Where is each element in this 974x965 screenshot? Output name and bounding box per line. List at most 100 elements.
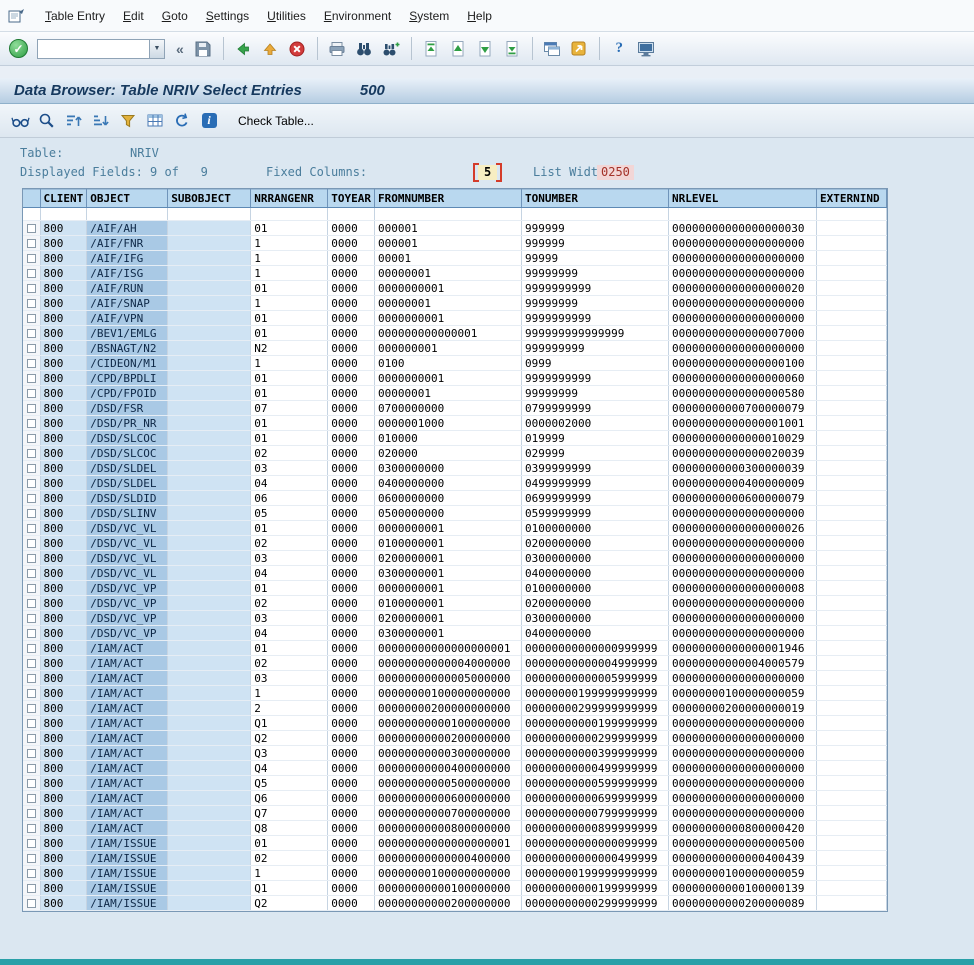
cell-nrlevel[interactable]: 00000000000000000000 xyxy=(669,506,817,521)
cell-nrlevel[interactable]: 00000000000000000000 xyxy=(669,536,817,551)
cell-fromnumber[interactable]: 00000001 xyxy=(375,386,522,401)
cell-nrlevel[interactable]: 00000000000000400439 xyxy=(669,851,817,866)
cell-nrrangenr[interactable]: 01 xyxy=(251,581,328,596)
cell-externind[interactable] xyxy=(817,296,887,311)
cell-client[interactable]: 800 xyxy=(40,446,87,461)
cell-subobject[interactable] xyxy=(168,641,251,656)
cell-nrlevel[interactable]: 00000000000000000000 xyxy=(669,236,817,251)
row-checkbox[interactable] xyxy=(27,404,36,413)
cell-fromnumber[interactable]: 0000000001 xyxy=(375,581,522,596)
menu-table-entry[interactable]: Table Entry xyxy=(36,5,114,27)
cell-object[interactable]: /IAM/ACT xyxy=(87,791,168,806)
cell-nrrangenr[interactable]: N2 xyxy=(251,341,328,356)
cell-externind[interactable] xyxy=(817,416,887,431)
cell-subobject[interactable] xyxy=(168,821,251,836)
cell-nrrangenr[interactable]: 02 xyxy=(251,446,328,461)
cell-fromnumber[interactable]: 00000000100000000000 xyxy=(375,686,522,701)
row-checkbox[interactable] xyxy=(27,794,36,803)
cell-object[interactable]: /AIF/RUN xyxy=(87,281,168,296)
cell-toyear[interactable]: 0000 xyxy=(328,776,375,791)
create-shortcut-icon[interactable] xyxy=(567,36,592,61)
cell-toyear[interactable]: 0000 xyxy=(328,731,375,746)
cell-fromnumber[interactable]: 0300000001 xyxy=(375,566,522,581)
cell-nrlevel[interactable]: 00000000000000000000 xyxy=(669,611,817,626)
cell-subobject[interactable] xyxy=(168,656,251,671)
row-checkbox[interactable] xyxy=(27,509,36,518)
cell-toyear[interactable]: 0000 xyxy=(328,851,375,866)
cell-fromnumber[interactable]: 00000000000005000000 xyxy=(375,671,522,686)
cell-nrlevel[interactable]: 00000000000000000000 xyxy=(669,716,817,731)
row-checkbox[interactable] xyxy=(27,494,36,503)
cell-nrlevel[interactable]: 00000000000000000000 xyxy=(669,251,817,266)
cell-nrrangenr[interactable]: 01 xyxy=(251,431,328,446)
cell-nrlevel[interactable]: 00000000000000000000 xyxy=(669,791,817,806)
cell-tonumber[interactable]: 0200000000 xyxy=(522,536,669,551)
cell-externind[interactable] xyxy=(817,266,887,281)
row-checkbox[interactable] xyxy=(27,779,36,788)
cell-fromnumber[interactable]: 0100 xyxy=(375,356,522,371)
cell-fromnumber[interactable]: 000000001 xyxy=(375,341,522,356)
cell-nrrangenr[interactable]: 03 xyxy=(251,461,328,476)
cell-client[interactable]: 800 xyxy=(40,791,87,806)
menu-edit[interactable]: Edit xyxy=(114,5,153,27)
enter-button[interactable]: ✓ xyxy=(6,36,31,61)
cell-object[interactable]: /DSD/VC_VL xyxy=(87,536,168,551)
row-checkbox[interactable] xyxy=(27,464,36,473)
cell-tonumber[interactable]: 00000000000499999999 xyxy=(522,761,669,776)
cell-subobject[interactable] xyxy=(168,401,251,416)
row-checkbox[interactable] xyxy=(27,614,36,623)
cell-nrlevel[interactable]: 00000000000700000079 xyxy=(669,401,817,416)
cell-subobject[interactable] xyxy=(168,266,251,281)
cell-toyear[interactable]: 0000 xyxy=(328,476,375,491)
cell-tonumber[interactable]: 00000000000199999999 xyxy=(522,716,669,731)
cell-subobject[interactable] xyxy=(168,221,251,236)
cell-fromnumber[interactable]: 00000000000100000000 xyxy=(375,716,522,731)
cell-fromnumber[interactable]: 00000000100000000000 xyxy=(375,866,522,881)
cell-fromnumber[interactable]: 00001 xyxy=(375,251,522,266)
print-icon[interactable] xyxy=(325,36,350,61)
cell-nrrangenr[interactable]: 04 xyxy=(251,566,328,581)
cell-client[interactable]: 800 xyxy=(40,371,87,386)
cell-object[interactable]: /DSD/SLDID xyxy=(87,491,168,506)
cell-client[interactable]: 800 xyxy=(40,551,87,566)
cell-externind[interactable] xyxy=(817,506,887,521)
cell-nrrangenr[interactable]: Q1 xyxy=(251,881,328,896)
cell-nrrangenr[interactable]: 02 xyxy=(251,851,328,866)
cell-nrrangenr[interactable]: 1 xyxy=(251,356,328,371)
cell-externind[interactable] xyxy=(817,386,887,401)
cell-object[interactable]: /AIF/ISG xyxy=(87,266,168,281)
cell-toyear[interactable]: 0000 xyxy=(328,506,375,521)
cell-subobject[interactable] xyxy=(168,866,251,881)
cell-nrrangenr[interactable]: 1 xyxy=(251,266,328,281)
cell-subobject[interactable] xyxy=(168,341,251,356)
cell-subobject[interactable] xyxy=(168,461,251,476)
cell-client[interactable]: 800 xyxy=(40,251,87,266)
cell-fromnumber[interactable]: 0500000000 xyxy=(375,506,522,521)
cell-object[interactable]: /DSD/PR_NR xyxy=(87,416,168,431)
cell-nrlevel[interactable]: 00000000000000000000 xyxy=(669,566,817,581)
cell-tonumber[interactable]: 0400000000 xyxy=(522,566,669,581)
cell-fromnumber[interactable]: 0000000001 xyxy=(375,371,522,386)
cell-tonumber[interactable]: 0999 xyxy=(522,356,669,371)
cell-fromnumber[interactable]: 00000000000700000000 xyxy=(375,806,522,821)
cell-tonumber[interactable]: 00000000000299999999 xyxy=(522,731,669,746)
row-checkbox[interactable] xyxy=(27,554,36,563)
cell-nrlevel[interactable]: 00000000000200000089 xyxy=(669,896,817,911)
cell-externind[interactable] xyxy=(817,596,887,611)
cell-subobject[interactable] xyxy=(168,416,251,431)
cell-toyear[interactable]: 0000 xyxy=(328,386,375,401)
cell-client[interactable]: 800 xyxy=(40,476,87,491)
cell-nrlevel[interactable]: 00000000100000000059 xyxy=(669,866,817,881)
cell-tonumber[interactable]: 00000000000004999999 xyxy=(522,656,669,671)
cell-nrlevel[interactable]: 00000000000000000008 xyxy=(669,581,817,596)
cell-externind[interactable] xyxy=(817,731,887,746)
row-checkbox[interactable] xyxy=(27,299,36,308)
cell-fromnumber[interactable]: 00000000000000400000 xyxy=(375,851,522,866)
cell-nrlevel[interactable]: 00000000000000000020 xyxy=(669,281,817,296)
cell-tonumber[interactable]: 00000000000000099999 xyxy=(522,836,669,851)
cell-nrrangenr[interactable]: Q7 xyxy=(251,806,328,821)
cell-externind[interactable] xyxy=(817,566,887,581)
cell-nrrangenr[interactable]: 03 xyxy=(251,551,328,566)
cell-toyear[interactable]: 0000 xyxy=(328,806,375,821)
cell-object[interactable]: /DSD/VC_VP xyxy=(87,596,168,611)
